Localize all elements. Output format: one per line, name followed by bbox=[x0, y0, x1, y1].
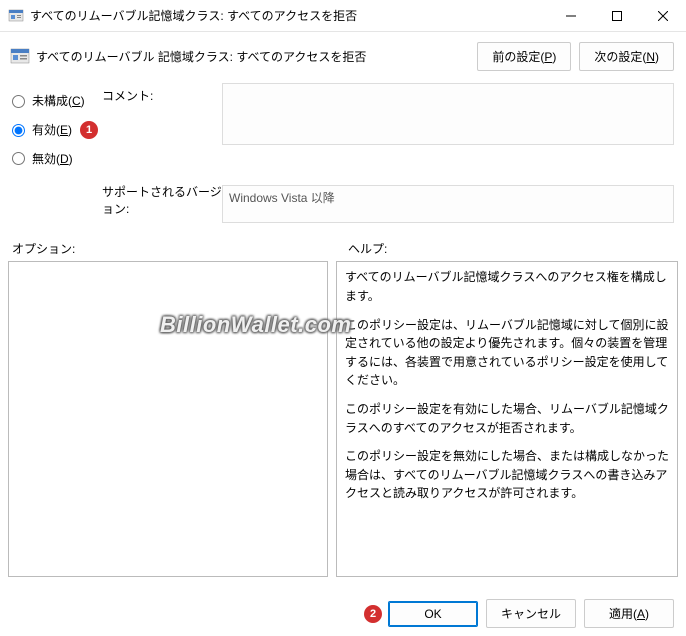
annotation-badge-1: 1 bbox=[80, 121, 98, 139]
policy-icon bbox=[8, 8, 24, 24]
options-panel bbox=[8, 261, 328, 577]
panels: すべてのリムーバブル記憶域クラスへのアクセス権を構成します。 このポリシー設定は… bbox=[0, 261, 686, 577]
help-text: すべてのリムーバブル記憶域クラスへのアクセス権を構成します。 bbox=[345, 268, 669, 305]
window-controls bbox=[548, 0, 686, 31]
help-label: ヘルプ: bbox=[348, 240, 674, 257]
header: すべてのリムーバブル 記憶域クラス: すべてのアクセスを拒否 前の設定(P) 次… bbox=[0, 32, 686, 79]
minimize-button[interactable] bbox=[548, 0, 594, 32]
help-panel: すべてのリムーバブル記憶域クラスへのアクセス権を構成します。 このポリシー設定は… bbox=[336, 261, 678, 577]
comment-label: コメント: bbox=[102, 83, 222, 173]
ok-button[interactable]: OK bbox=[388, 601, 478, 627]
supported-row: サポートされるバージョン: bbox=[0, 179, 686, 226]
supported-on-field bbox=[222, 185, 674, 223]
close-button[interactable] bbox=[640, 0, 686, 32]
previous-setting-button[interactable]: 前の設定(P) bbox=[477, 42, 571, 71]
radio-enabled[interactable]: 有効(E) 1 bbox=[12, 116, 102, 145]
radio-disabled-input[interactable] bbox=[12, 152, 25, 165]
footer: 2 OK キャンセル 適用(A) bbox=[360, 599, 674, 628]
help-text: このポリシー設定を有効にした場合、リムーバブル記憶域クラスへのすべてのアクセスが… bbox=[345, 400, 669, 437]
panel-labels: オプション: ヘルプ: bbox=[0, 226, 686, 261]
radio-group: 未構成(C) 有効(E) 1 無効(D) bbox=[12, 83, 102, 173]
radio-disabled[interactable]: 無効(D) bbox=[12, 145, 102, 174]
comment-textarea[interactable] bbox=[222, 83, 674, 145]
cancel-button[interactable]: キャンセル bbox=[486, 599, 576, 628]
next-setting-button[interactable]: 次の設定(N) bbox=[579, 42, 674, 71]
annotation-badge-2: 2 bbox=[364, 605, 382, 623]
policy-title: すべてのリムーバブル 記憶域クラス: すべてのアクセスを拒否 bbox=[36, 48, 469, 65]
help-text: このポリシー設定は、リムーバブル記憶域に対して個別に設定されている他の設定より優… bbox=[345, 316, 669, 390]
apply-button[interactable]: 適用(A) bbox=[584, 599, 674, 628]
options-label: オプション: bbox=[12, 240, 338, 257]
maximize-button[interactable] bbox=[594, 0, 640, 32]
supported-label: サポートされるバージョン: bbox=[102, 179, 222, 226]
config-area: 未構成(C) 有効(E) 1 無効(D) コメント: bbox=[0, 79, 686, 173]
policy-header-icon bbox=[10, 47, 30, 67]
radio-enabled-input[interactable] bbox=[12, 124, 25, 137]
titlebar: すべてのリムーバブル記憶域クラス: すべてのアクセスを拒否 bbox=[0, 0, 686, 32]
help-text: このポリシー設定を無効にした場合、または構成しなかった場合は、すべてのリムーバブ… bbox=[345, 447, 669, 503]
radio-not-configured[interactable]: 未構成(C) bbox=[12, 87, 102, 116]
window-title: すべてのリムーバブル記憶域クラス: すべてのアクセスを拒否 bbox=[30, 7, 548, 24]
radio-not-configured-input[interactable] bbox=[12, 95, 25, 108]
